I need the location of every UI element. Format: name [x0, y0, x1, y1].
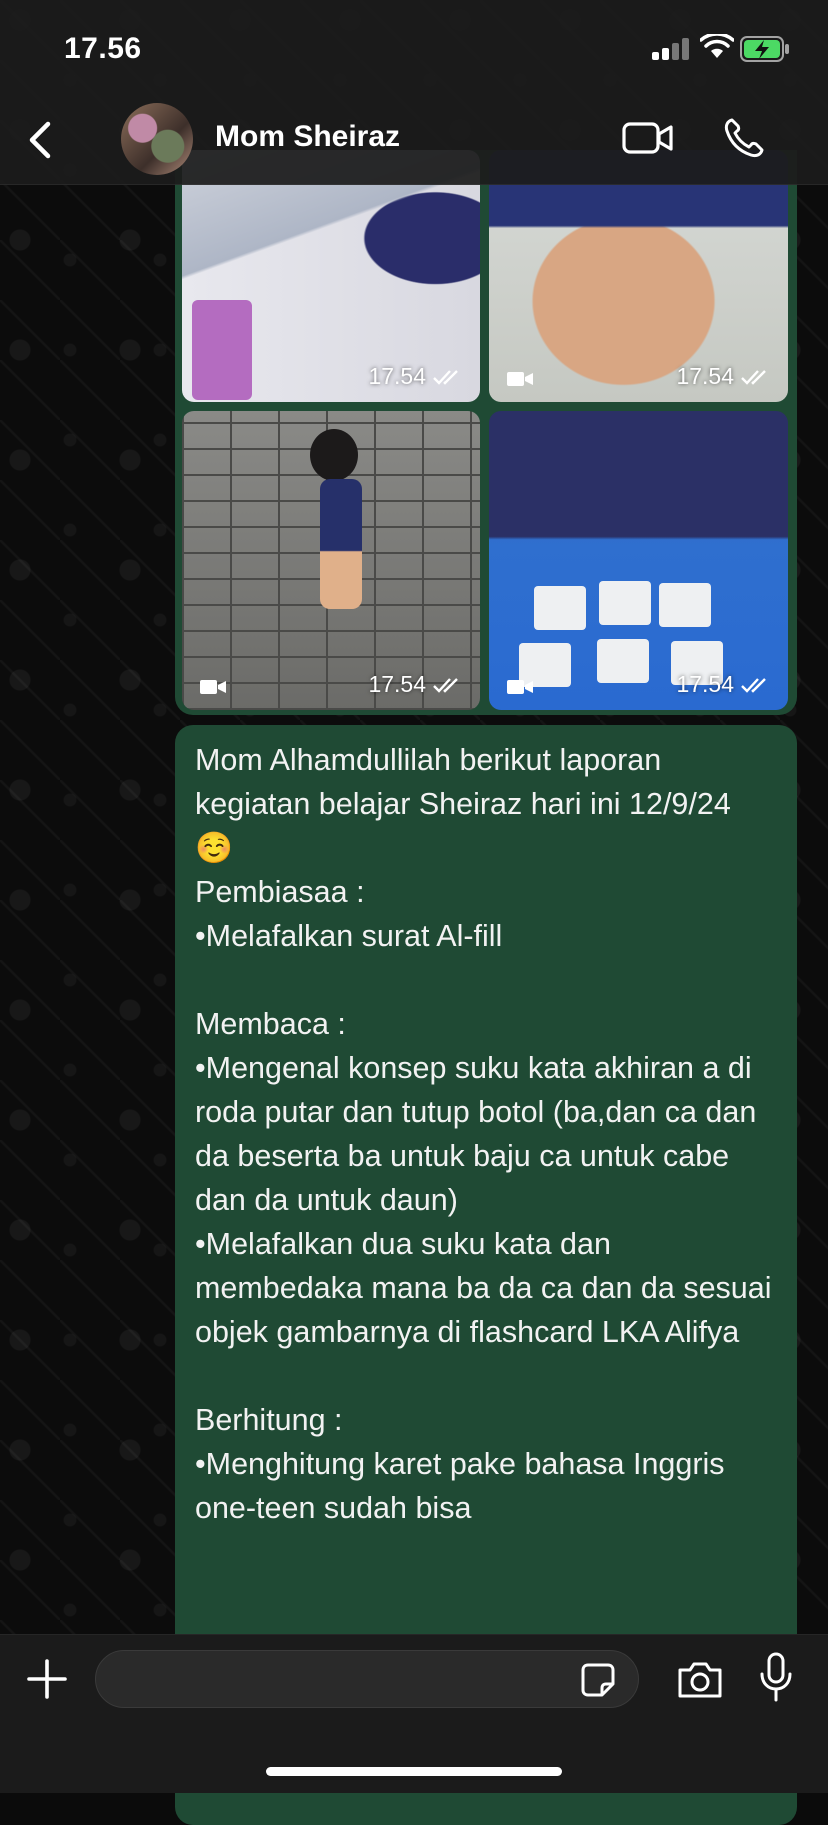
message-time: 17.54 [676, 671, 734, 697]
contact-name[interactable]: Mom Sheiraz [215, 120, 400, 154]
video-icon [200, 372, 226, 386]
read-receipt-icon [433, 677, 458, 693]
video-thumbnail[interactable]: 17.54 [182, 411, 480, 710]
flashcard [597, 639, 649, 683]
message-text: Mom Alhamdullilah berikut laporan kegiat… [195, 743, 772, 1525]
avatar[interactable] [121, 103, 193, 175]
wifi-icon [700, 34, 734, 58]
message-time: 17.54 [368, 671, 426, 697]
message-time: 17.54 [676, 363, 734, 389]
sticker-icon[interactable] [580, 1662, 616, 1698]
video-icon [507, 372, 533, 386]
video-thumbnail[interactable]: 17.54 [489, 411, 788, 710]
flashcard [534, 586, 586, 630]
message-meta: 17.54 [368, 363, 464, 390]
video-call-icon[interactable] [622, 120, 674, 156]
message-meta: 17.54 [676, 363, 772, 390]
video-thumbnail[interactable]: 17.54 [489, 150, 788, 402]
message-time: 17.54 [368, 363, 426, 389]
cellular-signal-icon [652, 38, 690, 60]
microphone-icon[interactable] [758, 1652, 794, 1704]
flashcard [659, 583, 711, 627]
message-input[interactable] [95, 1650, 639, 1708]
message-meta: 17.54 [676, 671, 772, 698]
flashcard [599, 581, 651, 625]
chevron-left-icon[interactable] [20, 118, 60, 162]
read-receipt-icon [433, 369, 458, 385]
plus-icon[interactable] [26, 1658, 68, 1700]
battery-charging-icon [740, 36, 789, 62]
status-time: 17.56 [64, 32, 142, 65]
read-receipt-icon [741, 677, 766, 693]
camera-icon[interactable] [676, 1660, 724, 1700]
status-bar: 17.56 [0, 0, 828, 92]
video-icon [507, 680, 533, 694]
video-icon [200, 680, 226, 694]
video-thumbnail[interactable]: 17.54 [182, 150, 480, 402]
home-indicator[interactable] [266, 1767, 562, 1776]
phone-icon[interactable] [722, 116, 766, 160]
read-receipt-icon [741, 369, 766, 385]
message-meta: 17.54 [368, 671, 464, 698]
